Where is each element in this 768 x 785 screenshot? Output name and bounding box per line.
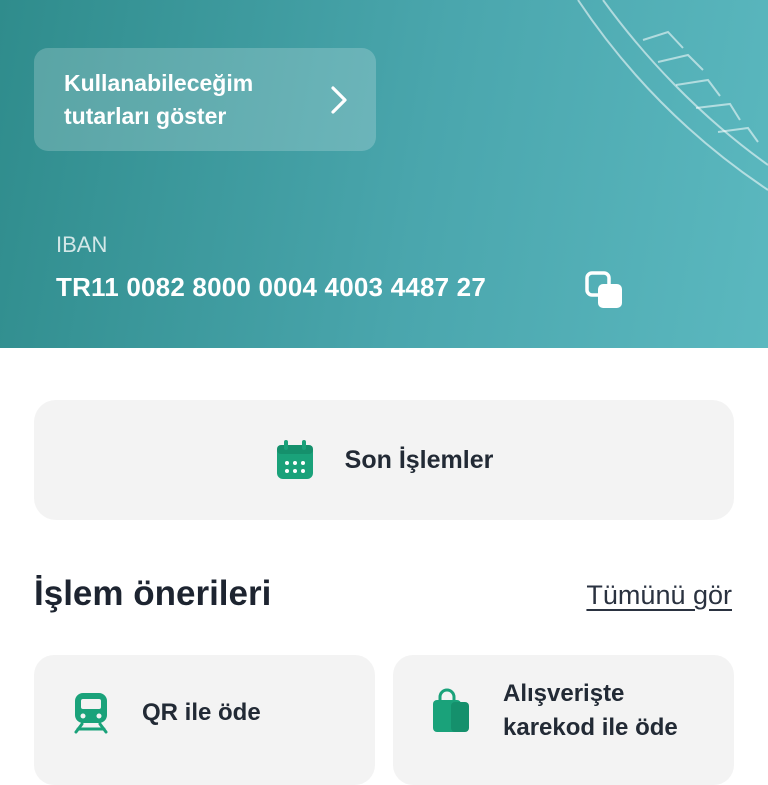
recent-transactions-button[interactable]: Son İşlemler (34, 400, 734, 520)
show-available-amounts-button[interactable]: Kullanabileceğim tutarları göster (34, 48, 376, 151)
train-icon (74, 693, 108, 734)
qr-pay-card[interactable]: QR ile öde (34, 655, 375, 785)
see-all-link[interactable]: Tümünü gör (586, 580, 732, 611)
recent-transactions-label: Son İşlemler (344, 445, 494, 474)
calendar-icon (276, 440, 313, 479)
suggestions-title: İşlem önerileri (34, 574, 272, 613)
iban-value: TR11 0082 8000 0004 4003 4487 27 (56, 272, 487, 302)
decorative-pattern (577, 0, 768, 191)
account-header: Kullanabileceğim tutarları göster IBAN T… (0, 0, 768, 348)
shopping-qr-pay-card[interactable]: Alışverişte karekod ile öde (393, 655, 734, 785)
shopping-qr-pay-label: Alışverişte karekod ile öde (503, 680, 678, 741)
copy-icon[interactable] (584, 270, 628, 310)
show-amounts-label: Kullanabileceğim tutarları göster (64, 69, 254, 129)
chevron-right-icon (331, 85, 347, 114)
shopping-bag-icon (433, 688, 469, 732)
iban-label: IBAN (56, 232, 108, 257)
qr-pay-label: QR ile öde (142, 699, 261, 726)
